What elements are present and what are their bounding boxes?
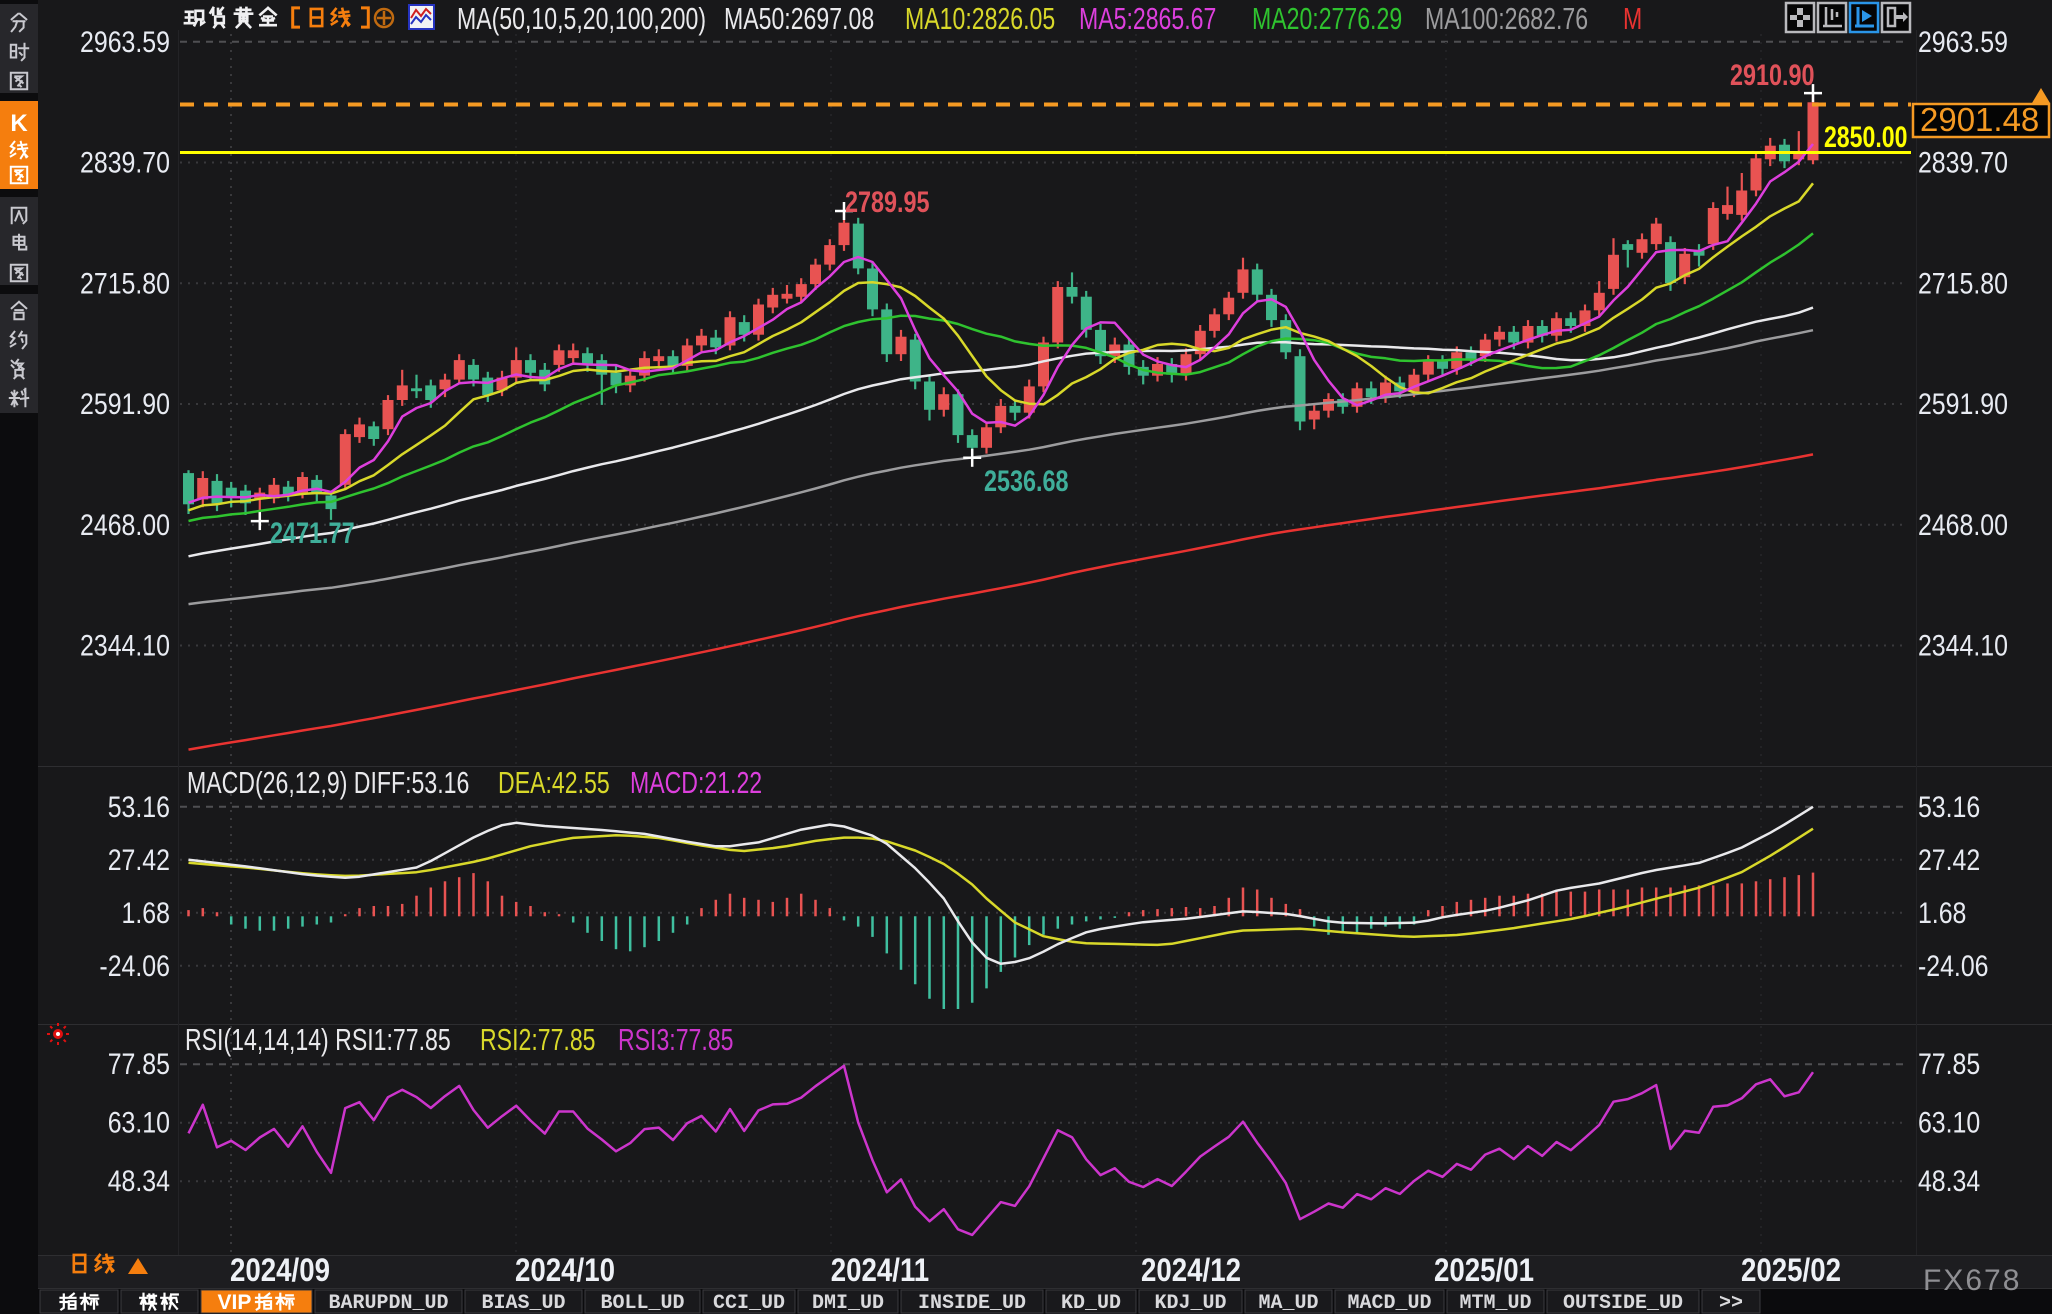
svg-text:2963.59: 2963.59 — [1918, 25, 2008, 59]
svg-text:M: M — [1623, 1, 1642, 36]
svg-text:2468.00: 2468.00 — [1918, 508, 2008, 542]
svg-text:2591.90: 2591.90 — [80, 387, 170, 421]
svg-text:2471.77: 2471.77 — [270, 516, 355, 549]
svg-text:INSIDE_UD: INSIDE_UD — [918, 1292, 1026, 1314]
svg-text:63.10: 63.10 — [1918, 1105, 1980, 1139]
svg-text:MA20:2776.29: MA20:2776.29 — [1252, 1, 1402, 36]
svg-text:2839.70: 2839.70 — [80, 145, 170, 179]
svg-text:2850.00: 2850.00 — [1824, 120, 1907, 154]
svg-text:27.42: 27.42 — [1918, 843, 1980, 877]
svg-text:MA5:2865.67: MA5:2865.67 — [1079, 1, 1216, 36]
svg-text:2536.68: 2536.68 — [984, 464, 1069, 497]
svg-text:2715.80: 2715.80 — [80, 266, 170, 300]
svg-text:KD_UD: KD_UD — [1061, 1292, 1121, 1314]
svg-text:2715.80: 2715.80 — [1918, 266, 2008, 300]
svg-text:2901.48: 2901.48 — [1920, 101, 2039, 138]
svg-text:MA(50,10,5,20,100,200): MA(50,10,5,20,100,200) — [457, 1, 706, 36]
svg-text:KDJ_UD: KDJ_UD — [1154, 1292, 1226, 1314]
svg-text:2024/11: 2024/11 — [831, 1253, 930, 1288]
svg-text:2789.95: 2789.95 — [845, 185, 930, 218]
svg-text:53.16: 53.16 — [108, 790, 170, 824]
svg-text:2591.90: 2591.90 — [1918, 387, 2008, 421]
svg-text:BIAS_UD: BIAS_UD — [481, 1292, 565, 1314]
svg-text:-24.06: -24.06 — [1918, 949, 1989, 983]
svg-text:2839.70: 2839.70 — [1918, 145, 2008, 179]
svg-text:BARUPDN_UD: BARUPDN_UD — [328, 1292, 448, 1314]
svg-text:RSI(14,14,14) RSI1:77.85: RSI(14,14,14) RSI1:77.85 — [185, 1022, 451, 1057]
svg-text:27.42: 27.42 — [108, 843, 170, 877]
svg-text:OUTSIDE_UD: OUTSIDE_UD — [1563, 1292, 1683, 1314]
svg-text:MTM_UD: MTM_UD — [1459, 1292, 1531, 1314]
svg-text:2468.00: 2468.00 — [80, 508, 170, 542]
svg-text:2024/09: 2024/09 — [230, 1253, 330, 1288]
svg-text:48.34: 48.34 — [108, 1164, 170, 1198]
svg-text:2025/01: 2025/01 — [1434, 1253, 1534, 1288]
svg-text:MA50:2697.08: MA50:2697.08 — [724, 1, 874, 36]
svg-text:2024/12: 2024/12 — [1141, 1253, 1241, 1288]
svg-text:53.16: 53.16 — [1918, 790, 1980, 824]
svg-text:VIP: VIP — [218, 1291, 252, 1314]
svg-text:MA100:2682.76: MA100:2682.76 — [1425, 1, 1588, 36]
svg-text:2963.59: 2963.59 — [80, 25, 170, 59]
svg-text:DEA:42.55: DEA:42.55 — [498, 765, 610, 800]
svg-text:K: K — [10, 110, 28, 137]
svg-text:RSI2:77.85: RSI2:77.85 — [480, 1022, 596, 1057]
svg-text:MACD_UD: MACD_UD — [1347, 1292, 1431, 1314]
svg-text:77.85: 77.85 — [108, 1047, 170, 1081]
svg-text:1.68: 1.68 — [1918, 896, 1966, 930]
svg-text:CCI_UD: CCI_UD — [713, 1292, 785, 1314]
svg-text:1.68: 1.68 — [122, 896, 170, 930]
svg-text:2025/02: 2025/02 — [1741, 1253, 1841, 1288]
svg-text:2344.10: 2344.10 — [80, 628, 170, 662]
svg-text:MACD(26,12,9) DIFF:53.16: MACD(26,12,9) DIFF:53.16 — [187, 765, 469, 800]
svg-text:2910.90: 2910.90 — [1730, 58, 1815, 91]
svg-text:77.85: 77.85 — [1918, 1047, 1980, 1081]
svg-text:FX678: FX678 — [1923, 1264, 2021, 1297]
svg-text:BOLL_UD: BOLL_UD — [600, 1292, 684, 1314]
svg-text:MA_UD: MA_UD — [1258, 1292, 1318, 1314]
svg-text:>>: >> — [1719, 1292, 1743, 1314]
svg-text:2024/10: 2024/10 — [515, 1253, 615, 1288]
svg-text:DMI_UD: DMI_UD — [812, 1292, 884, 1314]
svg-text:MA10:2826.05: MA10:2826.05 — [905, 1, 1055, 36]
svg-text:63.10: 63.10 — [108, 1105, 170, 1139]
svg-text:MACD:21.22: MACD:21.22 — [630, 765, 762, 800]
svg-text:RSI3:77.85: RSI3:77.85 — [618, 1022, 734, 1057]
svg-text:48.34: 48.34 — [1918, 1164, 1980, 1198]
svg-text:2344.10: 2344.10 — [1918, 628, 2008, 662]
svg-text:-24.06: -24.06 — [99, 949, 170, 983]
